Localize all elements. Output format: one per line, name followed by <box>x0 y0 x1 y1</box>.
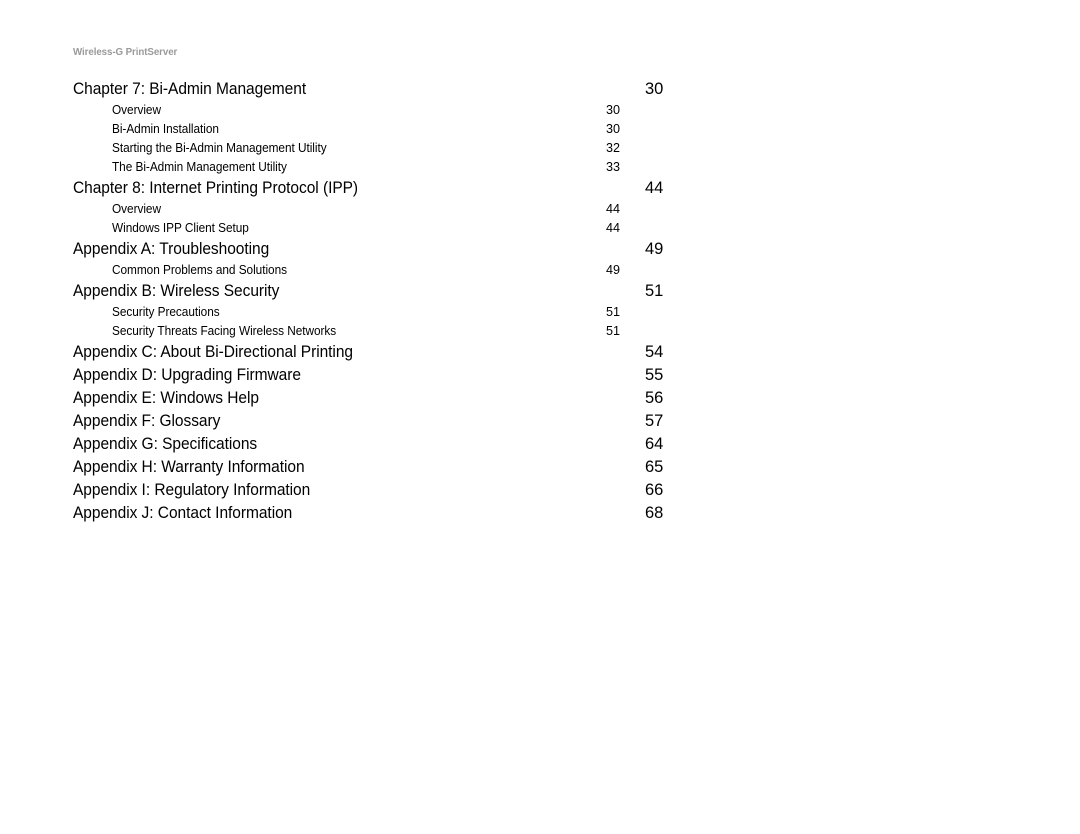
toc-entry-page-number: 64 <box>645 435 664 453</box>
toc-entry-title: Bi-Admin Installation <box>112 122 219 136</box>
toc-entry-page-number: 49 <box>645 240 664 258</box>
toc-entry-title: Appendix D: Upgrading Firmware <box>73 366 301 384</box>
toc-entry-page-number: 51 <box>645 282 664 300</box>
toc-entry-page-number: 44 <box>645 179 664 197</box>
toc-entry[interactable]: Appendix F: Glossary 57 <box>73 410 693 433</box>
toc-entry-title: Common Problems and Solutions <box>112 263 287 277</box>
toc-entry-title: Appendix I: Regulatory Information <box>73 481 311 499</box>
toc-entry-title: Appendix F: Glossary <box>73 412 221 430</box>
toc-entry[interactable]: Chapter 8: Internet Printing Protocol (I… <box>73 177 693 200</box>
toc-entry-title: Appendix C: About Bi-Directional Printin… <box>73 343 353 361</box>
toc-entry-title: Chapter 7: Bi-Admin Management <box>73 80 307 98</box>
toc-entry[interactable]: Appendix C: About Bi-Directional Printin… <box>73 341 693 364</box>
toc-entry-title: Appendix A: Troubleshooting <box>73 240 270 258</box>
toc-entry-title: Starting the Bi-Admin Management Utility <box>112 141 327 155</box>
toc-entry-page-number: 32 <box>606 141 620 155</box>
toc-entry-page-number: 65 <box>645 458 664 476</box>
toc-entry-page-number: 51 <box>606 305 620 319</box>
toc-entry-page-number: 51 <box>606 324 620 338</box>
toc-entry[interactable]: Common Problems and Solutions 49 <box>73 261 693 280</box>
toc-entry-page-number: 66 <box>645 481 664 499</box>
toc-entry[interactable]: Appendix B: Wireless Security 51 <box>73 280 693 303</box>
toc-entry[interactable]: Security Threats Facing Wireless Network… <box>73 322 693 341</box>
toc-entry-title: Appendix B: Wireless Security <box>73 282 280 300</box>
toc-entry-page-number: 68 <box>645 504 664 522</box>
toc-entry[interactable]: Appendix H: Warranty Information 65 <box>73 456 693 479</box>
toc-entry[interactable]: The Bi-Admin Management Utility 33 <box>73 158 693 177</box>
toc-entry[interactable]: Appendix G: Specifications 64 <box>73 433 693 456</box>
toc-entry[interactable]: Security Precautions 51 <box>73 303 693 322</box>
table-of-contents: Chapter 7: Bi-Admin Management 30 Overview… <box>73 78 693 525</box>
toc-entry[interactable]: Starting the Bi-Admin Management Utility… <box>73 139 693 158</box>
toc-entry[interactable]: Appendix A: Troubleshooting 49 <box>73 238 693 261</box>
toc-entry-title: Overview <box>112 202 161 216</box>
toc-entry[interactable]: Appendix I: Regulatory Information 66 <box>73 479 693 502</box>
toc-entry-title: Chapter 8: Internet Printing Protocol (I… <box>73 179 359 197</box>
toc-entry-title: Security Precautions <box>112 305 220 319</box>
toc-entry[interactable]: Overview 30 <box>73 101 693 120</box>
toc-entry-page-number: 55 <box>645 366 664 384</box>
toc-entry-page-number: 30 <box>606 122 620 136</box>
toc-entry-title: Appendix H: Warranty Information <box>73 458 305 476</box>
toc-entry[interactable]: Appendix E: Windows Help 56 <box>73 387 693 410</box>
toc-entry[interactable]: Appendix D: Upgrading Firmware 55 <box>73 364 693 387</box>
toc-entry[interactable]: Chapter 7: Bi-Admin Management 30 <box>73 78 693 101</box>
toc-entry-title: Security Threats Facing Wireless Network… <box>112 324 337 338</box>
toc-entry-page-number: 44 <box>606 202 620 216</box>
toc-entry-page-number: 49 <box>606 263 620 277</box>
toc-entry-title: The Bi-Admin Management Utility <box>112 160 287 174</box>
running-header: Wireless-G PrintServer <box>73 46 178 58</box>
toc-entry[interactable]: Overview 44 <box>73 200 693 219</box>
document-page: Wireless-G PrintServer Chapter 7: Bi-Adm… <box>0 0 1080 834</box>
toc-entry[interactable]: Bi-Admin Installation 30 <box>73 120 693 139</box>
toc-entry-title: Appendix E: Windows Help <box>73 389 259 407</box>
toc-entry-title: Windows IPP Client Setup <box>112 221 249 235</box>
toc-entry-title: Appendix G: Specifications <box>73 435 258 453</box>
toc-entry-page-number: 57 <box>645 412 664 430</box>
toc-entry[interactable]: Windows IPP Client Setup 44 <box>73 219 693 238</box>
toc-entry[interactable]: Appendix J: Contact Information 68 <box>73 502 693 525</box>
toc-entry-title: Appendix J: Contact Information <box>73 504 293 522</box>
toc-entry-page-number: 54 <box>645 343 664 361</box>
toc-entry-page-number: 30 <box>645 80 664 98</box>
toc-entry-page-number: 56 <box>645 389 664 407</box>
toc-entry-page-number: 44 <box>606 221 620 235</box>
toc-entry-title: Overview <box>112 103 161 117</box>
toc-entry-page-number: 30 <box>606 103 620 117</box>
toc-entry-page-number: 33 <box>606 160 620 174</box>
